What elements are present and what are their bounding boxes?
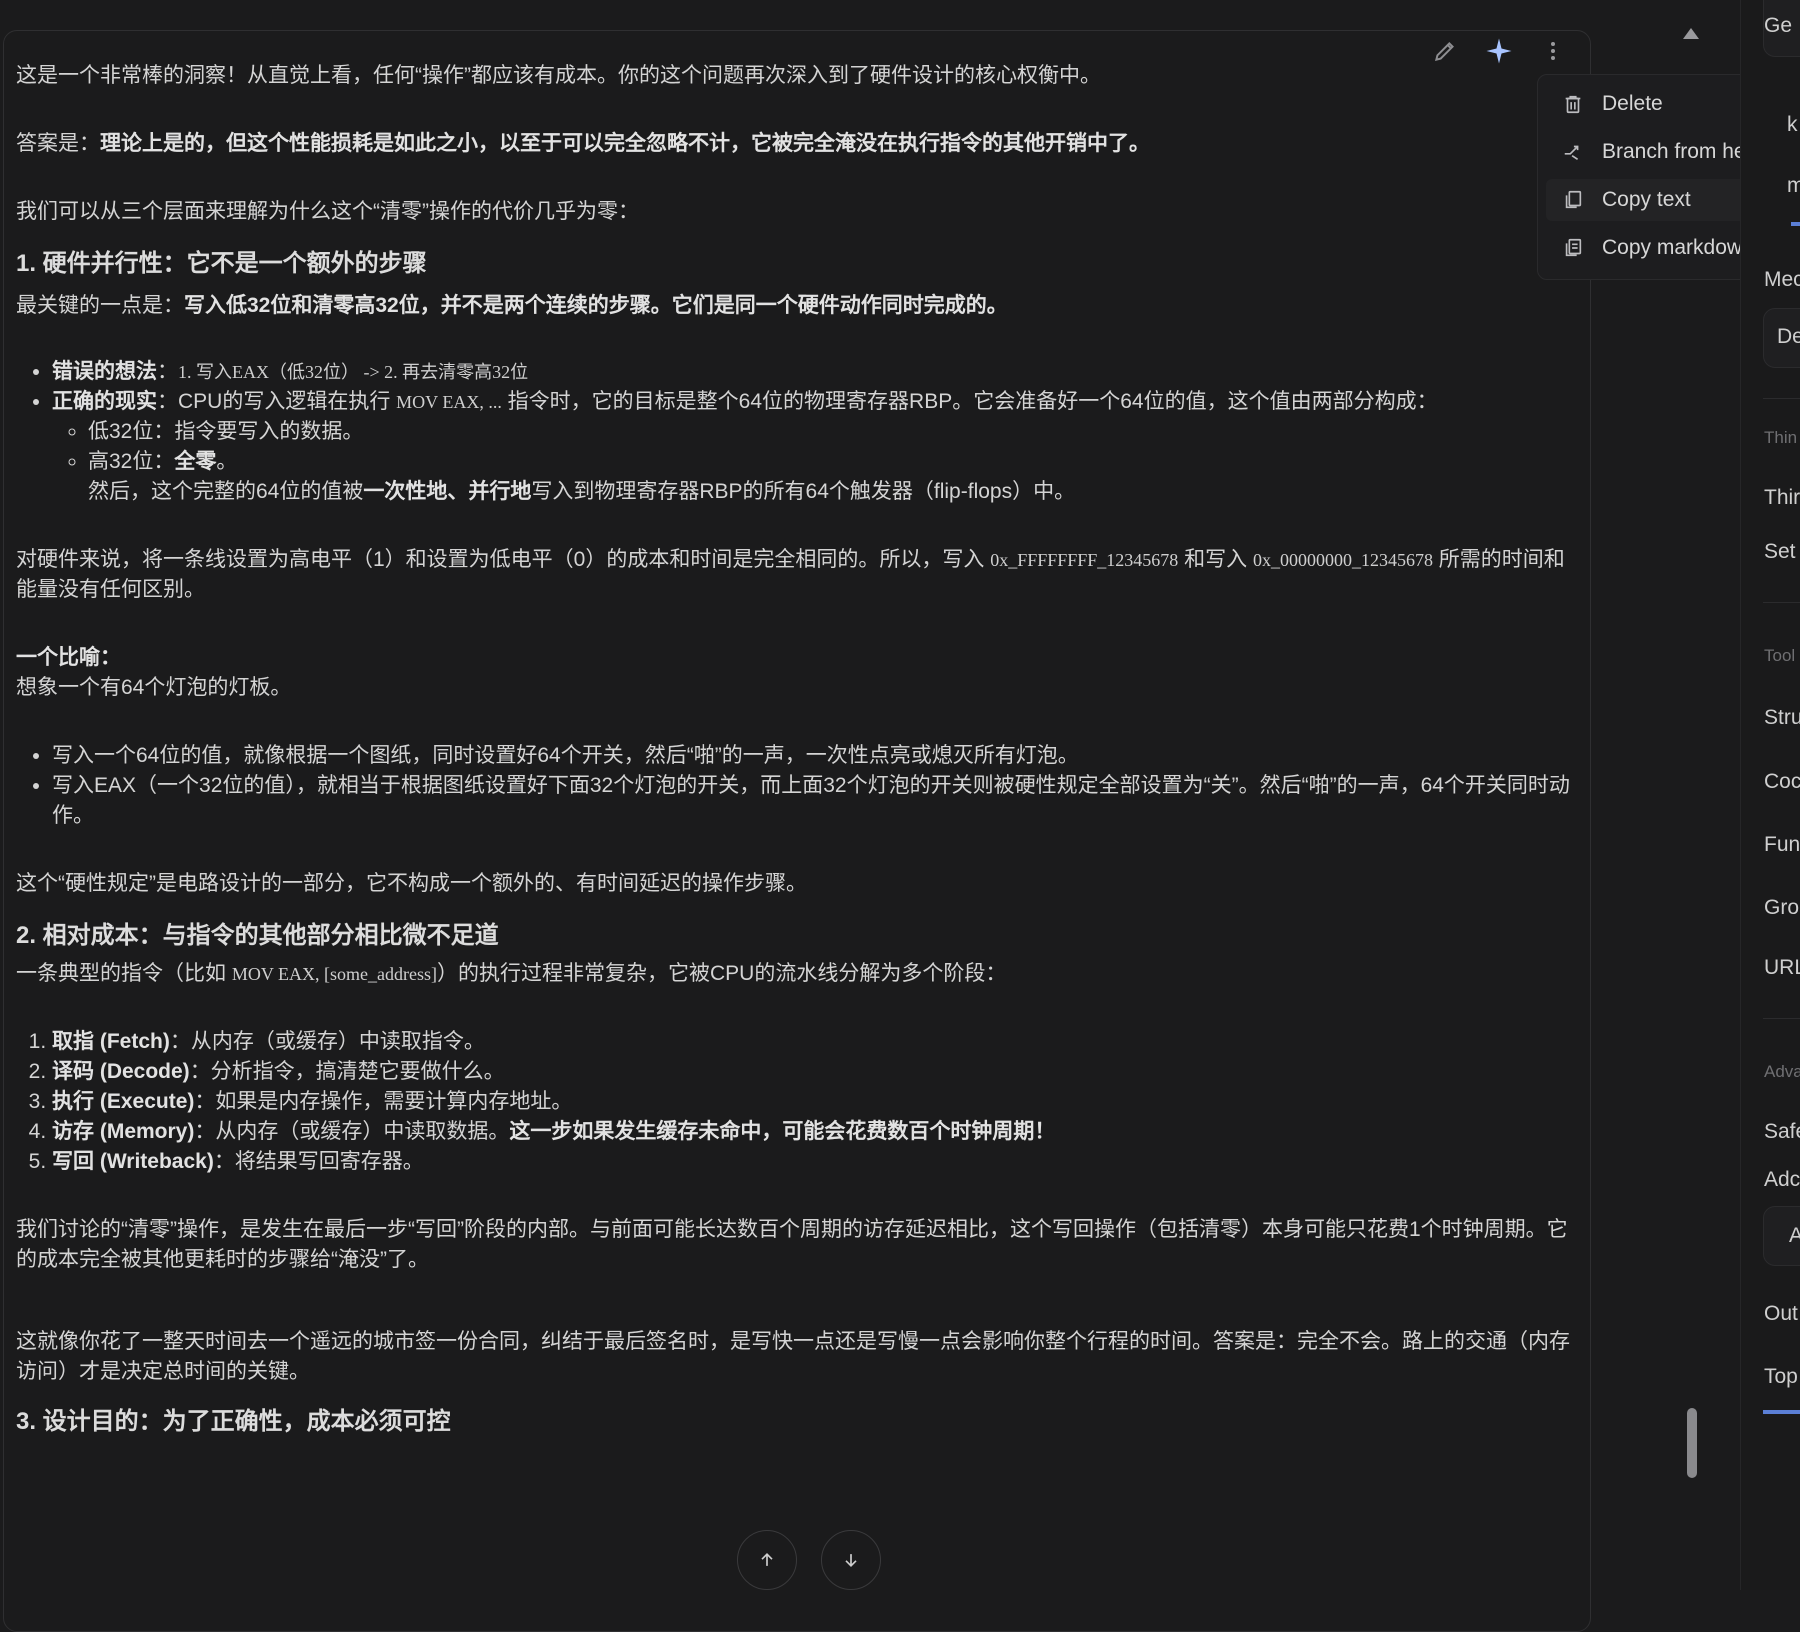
paragraph: 这就像你花了一整天时间去一个遥远的城市签一份合同，纠结于最后签名时，是写快一点还… (16, 1330, 1570, 1383)
paragraph: 这个“硬性规定”是电路设计的一部分，它不构成一个额外的、有时间延迟的操作步骤。 (16, 872, 807, 895)
top-p-slider[interactable] (1763, 1410, 1800, 1414)
list-item: 译码 (Decode)：分析指令，搞清楚它要做什么。 (52, 1057, 1576, 1087)
list-item: 访存 (Memory)：从内存（或缓存）中读取数据。这一步如果发生缓存未命中，可… (52, 1117, 1576, 1147)
pencil-icon[interactable] (1428, 34, 1462, 68)
paragraph: 最关键的一点是：写入低32位和清零高32位，并不是两个连续的步骤。它们是同一个硬… (16, 294, 1008, 317)
structured-output-label[interactable]: Stru (1764, 706, 1800, 730)
section-heading: 1. 硬件并行性：它不是一个额外的步骤 (16, 250, 427, 277)
function-calling-label[interactable]: Fun (1764, 833, 1800, 857)
list-item: 低32位：指令要写入的数据。 (88, 417, 1576, 447)
list-item: 高32位：全零。然后，这个完整的64位的值被一次性地、并行地写入到物理寄存器RB… (88, 447, 1576, 507)
paragraph: 一个比喻： 想象一个有64个灯泡的灯板。 (16, 646, 292, 699)
paragraph: 我们可以从三个层面来理解为什么这个“清零”操作的代价几乎为零： (16, 200, 639, 223)
copy-markdown-icon (1558, 233, 1588, 263)
trash-icon (1558, 89, 1588, 119)
bullet-list: 错误的想法：1. 写入EAX（低32位） -> 2. 再去清零高32位 正确的现… (16, 357, 1576, 507)
menu-item-label: Delete (1602, 92, 1663, 115)
add-stop-sequence-label: Adc (1764, 1168, 1800, 1191)
list-item: 正确的现实：CPU的写入逻辑在执行 MOV EAX, ... 指令时，它的目标是… (52, 387, 1576, 507)
menu-item-label: Copy text (1602, 188, 1691, 211)
paragraph: 对硬件来说，将一条线设置为高电平（1）和设置为低电平（0）的成本和时间是完全相同… (16, 548, 1565, 601)
list-item: 错误的想法：1. 写入EAX（低32位） -> 2. 再去清零高32位 (52, 357, 1576, 387)
select-value: De (1777, 325, 1800, 348)
code-execution-label[interactable]: Coc (1764, 770, 1800, 794)
scroll-down-button[interactable] (821, 1530, 881, 1590)
list-item: 写回 (Writeback)：将结果写回寄存器。 (52, 1147, 1576, 1177)
section-label-tools: Tool (1764, 646, 1796, 665)
numbered-list: 取指 (Fetch)：从内存（或缓存）中读取指令。 译码 (Decode)：分析… (16, 1027, 1576, 1177)
scroll-up-arrow-icon[interactable] (1683, 28, 1699, 39)
section-heading: 2. 相对成本：与指令的其他部分相比微不足道 (16, 922, 499, 949)
response-content: 这是一个非常棒的洞察！从直觉上看，任何“操作”都应该有成本。你的这个问题再次深入… (16, 61, 1576, 1439)
menu-item-label: Copy markdown (1602, 236, 1754, 259)
section-heading: 3. 设计目的：为了正确性，成本必须可控 (16, 1408, 451, 1435)
top-p-label: Top (1764, 1365, 1798, 1388)
inline-code: MOV EAX, [some_address] (231, 964, 437, 984)
scrollbar-thumb[interactable] (1687, 1408, 1697, 1478)
paragraph: 我们讨论的“清零”操作，是发生在最后一步“写回”阶段的内部。与前面可能长达数百个… (16, 1218, 1568, 1271)
list-item: 取指 (Fetch)：从内存（或缓存）中读取指令。 (52, 1027, 1576, 1057)
model-response-card: 这是一个非常棒的洞察！从直觉上看，任何“操作”都应该有成本。你的这个问题再次深入… (3, 30, 1591, 1632)
panel-text: k (1787, 113, 1798, 136)
output-length-label: Out (1764, 1302, 1798, 1325)
more-vertical-icon[interactable] (1536, 34, 1570, 68)
sparkle-icon[interactable] (1482, 34, 1516, 68)
input-placeholder: A (1789, 1224, 1800, 1247)
copy-icon (1558, 185, 1588, 215)
paragraph: 这是一个非常棒的洞察！从直觉上看，任何“操作”都应该有成本。你的这个问题再次深入… (16, 64, 1101, 87)
inline-code: MOV EAX, ... (396, 392, 502, 412)
list-item: 写入EAX（一个32位的值），就相当于根据图纸设置好下面32个灯泡的开关，而上面… (52, 771, 1576, 831)
panel-text: m (1787, 174, 1800, 197)
scroll-up-button[interactable] (737, 1530, 797, 1590)
model-selector-label: Ge (1764, 14, 1793, 37)
slider-track[interactable] (1791, 222, 1800, 226)
list-item: 写入一个64位的值，就像根据一个图纸，同时设置好64个开关，然后“啪”的一声，一… (52, 741, 1576, 771)
bullet-list: 写入一个64位的值，就像根据一个图纸，同时设置好64个开关，然后“啪”的一声，一… (16, 741, 1576, 831)
set-thinking-budget-label[interactable]: Set (1764, 540, 1796, 564)
safety-settings-label[interactable]: Safe (1764, 1120, 1800, 1144)
sub-list: 低32位：指令要写入的数据。 高32位：全零。然后，这个完整的64位的值被一次性… (52, 417, 1576, 507)
thinking-mode-toggle-label[interactable]: Thir (1764, 486, 1800, 510)
grounding-label[interactable]: Gro (1764, 896, 1799, 920)
media-resolution-label: Mec (1764, 268, 1800, 291)
branch-icon (1558, 137, 1588, 167)
inline-code: 1. 写入EAX（低32位） -> 2. 再去清零高32位 (178, 362, 529, 382)
section-label-advanced: Adva (1764, 1062, 1800, 1081)
paragraph: 答案是：理论上是的，但这个性能损耗是如此之小，以至于可以完全忽略不计，它被完全淹… (16, 132, 1150, 155)
section-label-thinking: Thin (1764, 428, 1798, 447)
paragraph: 一条典型的指令（比如 MOV EAX, [some_address]）的执行过程… (16, 962, 1007, 985)
list-item: 执行 (Execute)：如果是内存操作，需要计算内存地址。 (52, 1087, 1576, 1117)
url-context-label[interactable]: URL (1764, 956, 1800, 980)
run-settings-panel: Ge k m Mec De Thin Thir Set Tool Stru Co… (1740, 0, 1800, 1590)
